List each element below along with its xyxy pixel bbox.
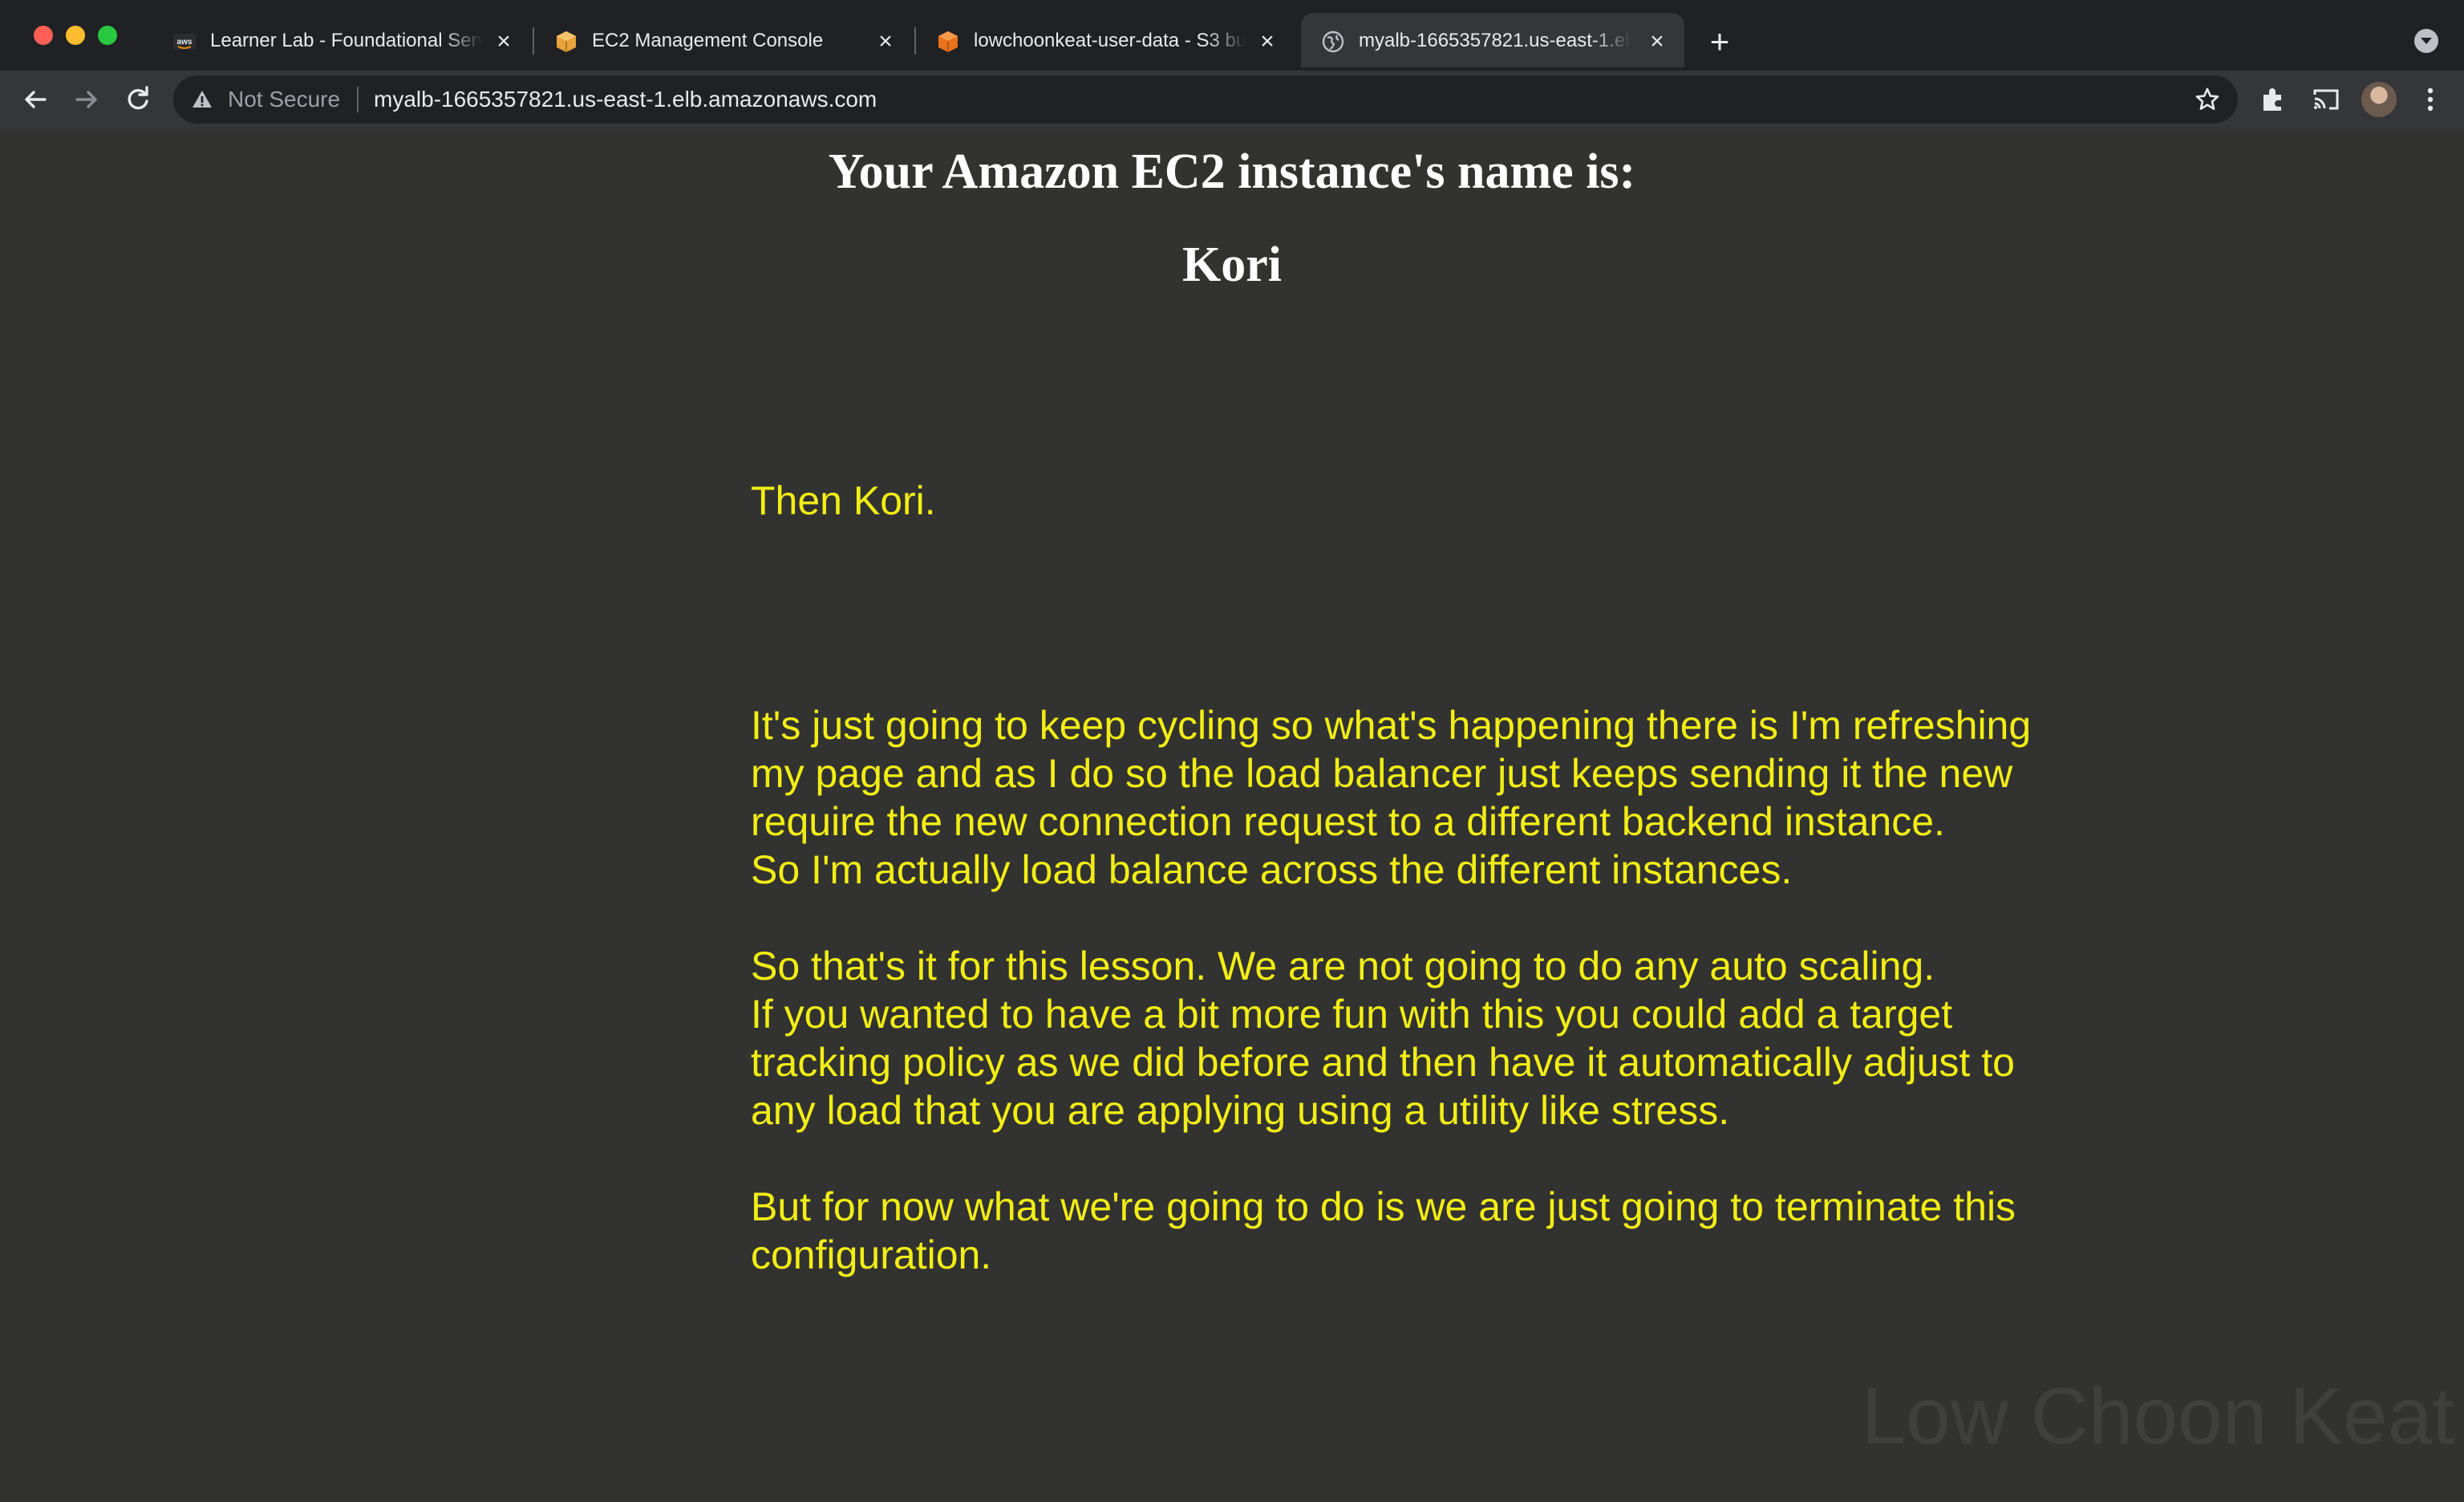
reload-button[interactable] bbox=[120, 82, 156, 117]
caption-line: any load that you are applying using a u… bbox=[751, 1088, 1730, 1133]
tab-close-icon[interactable]: × bbox=[873, 29, 898, 55]
security-status-label[interactable]: Not Secure bbox=[228, 87, 340, 112]
cast-icon[interactable] bbox=[2308, 82, 2344, 117]
s3-bucket-icon bbox=[938, 31, 958, 52]
tab-title: Learner Lab - Foundational Services bbox=[210, 30, 483, 51]
tab-strip: aws Learner Lab - Foundational Services … bbox=[0, 0, 2464, 71]
aws-icon: aws bbox=[173, 34, 196, 50]
caption-block-3: So that's it for this lesson. We are not… bbox=[751, 942, 2082, 1135]
window-close-button[interactable] bbox=[34, 26, 53, 45]
caption-line: If you wanted to have a bit more fun wit… bbox=[751, 992, 1953, 1037]
svg-text:aws: aws bbox=[177, 38, 192, 47]
warning-triangle-icon bbox=[192, 91, 212, 108]
bookmark-star-icon[interactable] bbox=[2193, 85, 2222, 114]
tab-learner-lab[interactable]: aws Learner Lab - Foundational Services … bbox=[152, 13, 531, 67]
browser-window: aws Learner Lab - Foundational Services … bbox=[0, 0, 2464, 1502]
tab-myalb[interactable]: myalb-1665357821.us-east-1.elb.amazonaws… bbox=[1301, 13, 1684, 67]
caption-line: configuration. bbox=[751, 1232, 992, 1277]
omnibox-divider bbox=[357, 87, 359, 112]
tab-close-icon[interactable]: × bbox=[1644, 29, 1670, 55]
extensions-puzzle-icon[interactable] bbox=[2255, 82, 2291, 117]
browser-toolbar: Not Secure myalb-1665357821.us-east-1.el… bbox=[0, 71, 2464, 132]
forward-arrow-icon bbox=[75, 91, 97, 108]
caption-block-4: But for now what we're going to do is we… bbox=[751, 1183, 2082, 1279]
watermark: Low Choon Keat bbox=[1861, 1371, 2454, 1461]
caption-line: It's just going to keep cycling so what'… bbox=[751, 703, 2032, 748]
new-tab-button[interactable]: + bbox=[1702, 24, 1737, 59]
back-button[interactable] bbox=[18, 82, 53, 117]
window-minimize-button[interactable] bbox=[66, 26, 85, 45]
caption-line: So I'm actually load balance across the … bbox=[751, 847, 1793, 892]
instance-name: Kori bbox=[1182, 237, 1282, 292]
caption-line: require the new connection request to a … bbox=[751, 799, 1945, 844]
forward-button[interactable] bbox=[69, 82, 104, 117]
caption-line: tracking policy as we did before and the… bbox=[751, 1040, 2015, 1085]
reload-icon bbox=[128, 86, 148, 110]
ec2-cube-icon bbox=[557, 31, 576, 52]
tab-s3-bucket[interactable]: lowchoonkeat-user-data - S3 bucket × bbox=[916, 13, 1295, 67]
url-text[interactable]: myalb-1665357821.us-east-1.elb.amazonaws… bbox=[374, 87, 877, 112]
tab-close-icon[interactable]: × bbox=[491, 29, 517, 55]
caption-block-1: Then Kori. bbox=[751, 477, 2082, 525]
back-arrow-icon bbox=[25, 91, 47, 108]
window-zoom-button[interactable] bbox=[98, 26, 117, 45]
caption-line: So that's it for this lesson. We are not… bbox=[751, 944, 1935, 988]
page-heading: Your Amazon EC2 instance's name is: bbox=[828, 144, 1636, 199]
tab-title: lowchoonkeat-user-data - S3 bucket bbox=[974, 30, 1246, 51]
globe-icon bbox=[1322, 30, 1344, 53]
web-page-content: Your Amazon EC2 instance's name is: Kori… bbox=[0, 130, 2464, 1502]
caption-line: my page and as I do so the load balancer… bbox=[751, 751, 2013, 796]
caption-line: But for now what we're going to do is we… bbox=[751, 1184, 2016, 1229]
profile-avatar[interactable] bbox=[2361, 82, 2397, 117]
tab-close-icon[interactable]: × bbox=[1254, 29, 1280, 55]
more-vertical-icon[interactable] bbox=[2413, 82, 2448, 117]
caption-line: Then Kori. bbox=[751, 478, 936, 523]
address-bar[interactable]: Not Secure myalb-1665357821.us-east-1.el… bbox=[173, 75, 2238, 124]
tab-title: myalb-1665357821.us-east-1.elb.amazonaws… bbox=[1359, 30, 1631, 51]
caption-block-2: It's just going to keep cycling so what'… bbox=[751, 701, 2082, 894]
tab-ec2-console[interactable]: EC2 Management Console × bbox=[534, 13, 913, 67]
tab-title: EC2 Management Console bbox=[592, 30, 824, 51]
tab-search-button[interactable] bbox=[2414, 29, 2438, 53]
chevron-down-icon bbox=[2421, 38, 2432, 44]
